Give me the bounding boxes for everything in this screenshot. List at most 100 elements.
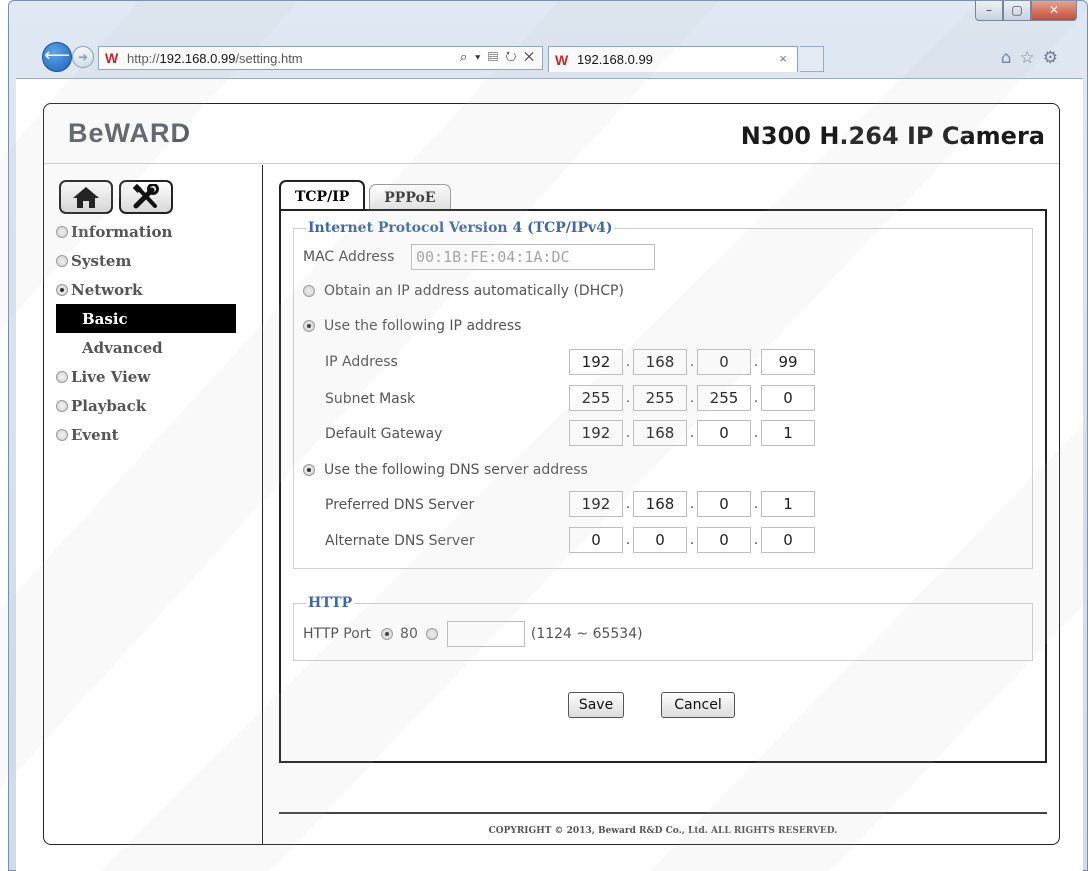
mask-octet-field[interactable]: 255 bbox=[697, 385, 751, 411]
tools-icon bbox=[132, 184, 159, 209]
site-favicon-icon: W bbox=[105, 50, 119, 66]
octet-separator: . bbox=[753, 390, 759, 406]
static-dns-option[interactable]: Use the following DNS server address bbox=[303, 462, 588, 478]
sidebar-item-network[interactable]: Network bbox=[56, 275, 263, 304]
port-range-hint: (1124 ~ 65534) bbox=[530, 626, 643, 642]
sidebar-top-icons bbox=[59, 180, 173, 214]
mac-address-label: MAC Address bbox=[303, 249, 395, 265]
browser-tab[interactable]: W 192.168.0.99 × bbox=[548, 46, 798, 72]
tab-close-icon[interactable]: × bbox=[779, 51, 787, 66]
settings-tabs: TCP/IP PPPoE bbox=[279, 180, 455, 210]
http-legend: HTTP bbox=[308, 595, 353, 611]
gateway-octet-field[interactable]: 0 bbox=[697, 420, 751, 446]
arrow-right-icon: ➜ bbox=[77, 50, 89, 64]
sidebar-item-playback[interactable]: Playback bbox=[56, 391, 263, 420]
ip-address-input: 192. 168. 0. 99 bbox=[569, 349, 815, 375]
pdns-octet-field[interactable]: 0 bbox=[697, 491, 751, 517]
favorites-star-icon[interactable]: ☆ bbox=[1020, 48, 1043, 68]
sidebar-item-label: System bbox=[71, 251, 132, 270]
radio-off-icon[interactable] bbox=[425, 628, 438, 640]
octet-separator: . bbox=[753, 425, 759, 441]
pdns-octet-field[interactable]: 168 bbox=[633, 491, 687, 517]
radio-off-icon bbox=[56, 370, 68, 383]
mask-octet-field[interactable]: 0 bbox=[761, 385, 815, 411]
forward-button[interactable]: ➜ bbox=[72, 46, 94, 68]
preferred-dns-label: Preferred DNS Server bbox=[325, 497, 475, 513]
gateway-octet-field[interactable]: 192 bbox=[569, 420, 623, 446]
static-ip-label: Use the following IP address bbox=[324, 318, 522, 334]
ip-octet-field[interactable]: 168 bbox=[633, 349, 687, 375]
footer-divider bbox=[279, 812, 1047, 814]
home-icon bbox=[73, 187, 99, 208]
back-button[interactable]: ⟵ bbox=[42, 42, 72, 72]
close-window-button[interactable]: ✕ bbox=[1031, 1, 1077, 21]
mac-address-field: 00:1B:FE:04:1A:DC bbox=[411, 244, 655, 270]
cancel-button[interactable]: Cancel bbox=[661, 692, 735, 718]
radio-off-icon bbox=[56, 225, 68, 238]
subnet-mask-input: 255. 255. 255. 0 bbox=[569, 385, 815, 411]
radio-off-icon bbox=[56, 254, 68, 267]
adns-octet-field[interactable]: 0 bbox=[697, 527, 751, 553]
radio-on-icon[interactable] bbox=[303, 464, 315, 476]
save-button[interactable]: Save bbox=[568, 692, 624, 718]
octet-separator: . bbox=[689, 496, 695, 512]
octet-separator: . bbox=[689, 425, 695, 441]
mask-octet-field[interactable]: 255 bbox=[569, 385, 623, 411]
octet-separator: . bbox=[625, 496, 631, 512]
adns-octet-field[interactable]: 0 bbox=[569, 527, 623, 553]
sidebar-item-label: Playback bbox=[71, 396, 147, 415]
adns-octet-field[interactable]: 0 bbox=[633, 527, 687, 553]
mask-octet-field[interactable]: 255 bbox=[633, 385, 687, 411]
octet-separator: . bbox=[689, 532, 695, 548]
sidebar-item-event[interactable]: Event bbox=[56, 420, 263, 449]
home-icon[interactable]: ⌂ bbox=[1001, 48, 1020, 68]
pdns-octet-field[interactable]: 1 bbox=[761, 491, 815, 517]
sidebar-subitem-basic[interactable]: Basic bbox=[56, 304, 236, 333]
radio-off-icon[interactable] bbox=[303, 285, 315, 297]
gateway-octet-field[interactable]: 1 bbox=[761, 420, 815, 446]
octet-separator: . bbox=[625, 425, 631, 441]
main-content: TCP/IP PPPoE Internet Protocol Version 4… bbox=[264, 165, 1059, 844]
ip-octet-field[interactable]: 192 bbox=[569, 349, 623, 375]
sidebar-subitem-advanced[interactable]: Advanced bbox=[56, 333, 263, 362]
default-port-label: 80 bbox=[400, 626, 418, 642]
url-path: /setting.htm bbox=[235, 50, 303, 66]
address-tools[interactable]: ⌕ ▾ ▤ ↻ ✕ bbox=[460, 49, 536, 65]
sidebar-item-live-view[interactable]: Live View bbox=[56, 362, 263, 391]
custom-port-input[interactable] bbox=[446, 621, 525, 647]
tab-tcp-ip[interactable]: TCP/IP bbox=[279, 180, 366, 210]
ip-octet-field[interactable]: 0 bbox=[697, 349, 751, 375]
preferred-dns-input: 192. 168. 0. 1 bbox=[569, 491, 815, 517]
adns-octet-field[interactable]: 0 bbox=[761, 527, 815, 553]
tab-pppoe[interactable]: PPPoE bbox=[369, 184, 451, 210]
radio-off-icon bbox=[56, 399, 68, 412]
alternate-dns-label: Alternate DNS Server bbox=[325, 533, 475, 549]
sidebar-item-system[interactable]: System bbox=[56, 246, 263, 275]
maximize-button[interactable]: ▢ bbox=[1003, 1, 1031, 21]
new-tab-button[interactable] bbox=[800, 46, 824, 72]
radio-on-icon[interactable] bbox=[381, 628, 394, 640]
static-dns-label: Use the following DNS server address bbox=[324, 462, 588, 478]
static-ip-option[interactable]: Use the following IP address bbox=[303, 318, 521, 334]
dhcp-label: Obtain an IP address automatically (DHCP… bbox=[324, 283, 624, 299]
address-bar[interactable]: W http://192.168.0.99/setting.htm ⌕ ▾ ▤ … bbox=[98, 46, 543, 70]
sidebar-item-label: Live View bbox=[71, 367, 151, 386]
octet-separator: . bbox=[625, 354, 631, 370]
arrow-left-icon: ⟵ bbox=[44, 45, 70, 66]
ip-address-label: IP Address bbox=[325, 354, 398, 370]
settings-button[interactable] bbox=[119, 180, 173, 214]
octet-separator: . bbox=[753, 354, 759, 370]
minimize-button[interactable]: – bbox=[975, 1, 1003, 21]
settings-gear-icon[interactable]: ⚙ bbox=[1043, 48, 1066, 68]
sidebar-item-information[interactable]: Information bbox=[56, 217, 263, 246]
radio-on-icon[interactable] bbox=[303, 320, 315, 332]
octet-separator: . bbox=[753, 532, 759, 548]
octet-separator: . bbox=[625, 390, 631, 406]
pdns-octet-field[interactable]: 192 bbox=[569, 491, 623, 517]
ip-octet-field[interactable]: 99 bbox=[761, 349, 815, 375]
gateway-octet-field[interactable]: 168 bbox=[633, 420, 687, 446]
sidebar-nav: Information System Network Basic Advance… bbox=[56, 217, 263, 449]
home-button[interactable] bbox=[59, 180, 113, 214]
page-viewport: BeWARD N300 H.264 IP Camera Information … bbox=[16, 78, 1083, 871]
dhcp-option[interactable]: Obtain an IP address automatically (DHCP… bbox=[303, 283, 624, 299]
